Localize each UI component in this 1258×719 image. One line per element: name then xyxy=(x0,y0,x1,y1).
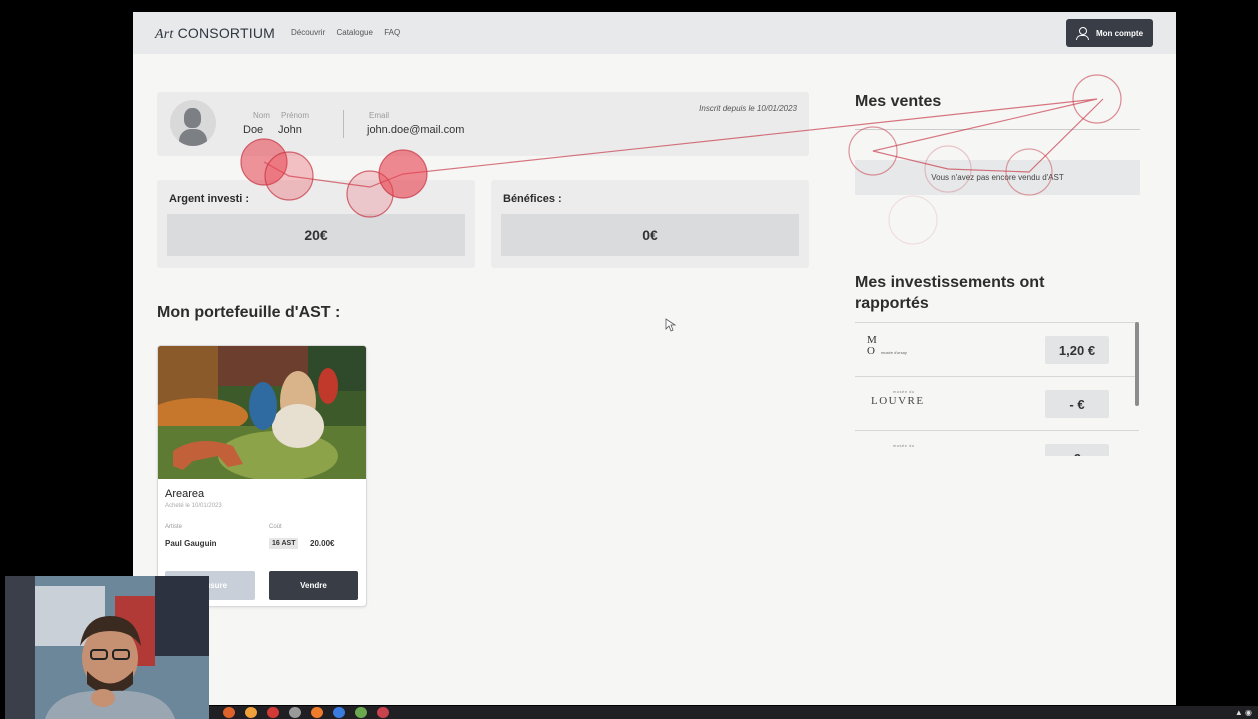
taskbar-app-icon[interactable] xyxy=(289,707,301,718)
taskbar-app-icon[interactable] xyxy=(223,707,235,718)
taskbar-app-icon[interactable] xyxy=(355,707,367,718)
webcam-feed xyxy=(5,576,209,719)
taskbar-app-icon[interactable] xyxy=(377,707,389,718)
system-tray-icon[interactable]: ▲ ◉ xyxy=(1235,708,1252,717)
browser-viewport: Art CONSORTIUM Découvrir Catalogue FAQ M… xyxy=(133,12,1176,705)
gaze-overlay xyxy=(240,74,1122,245)
taskbar-app-icon[interactable] xyxy=(333,707,345,718)
webcam-overlay xyxy=(5,576,209,719)
taskbar-app-icon[interactable] xyxy=(311,707,323,718)
taskbar-app-icon[interactable] xyxy=(245,707,257,718)
taskbar-app-icon[interactable] xyxy=(267,707,279,718)
os-taskbar: ▲ ◉ xyxy=(209,706,1258,719)
